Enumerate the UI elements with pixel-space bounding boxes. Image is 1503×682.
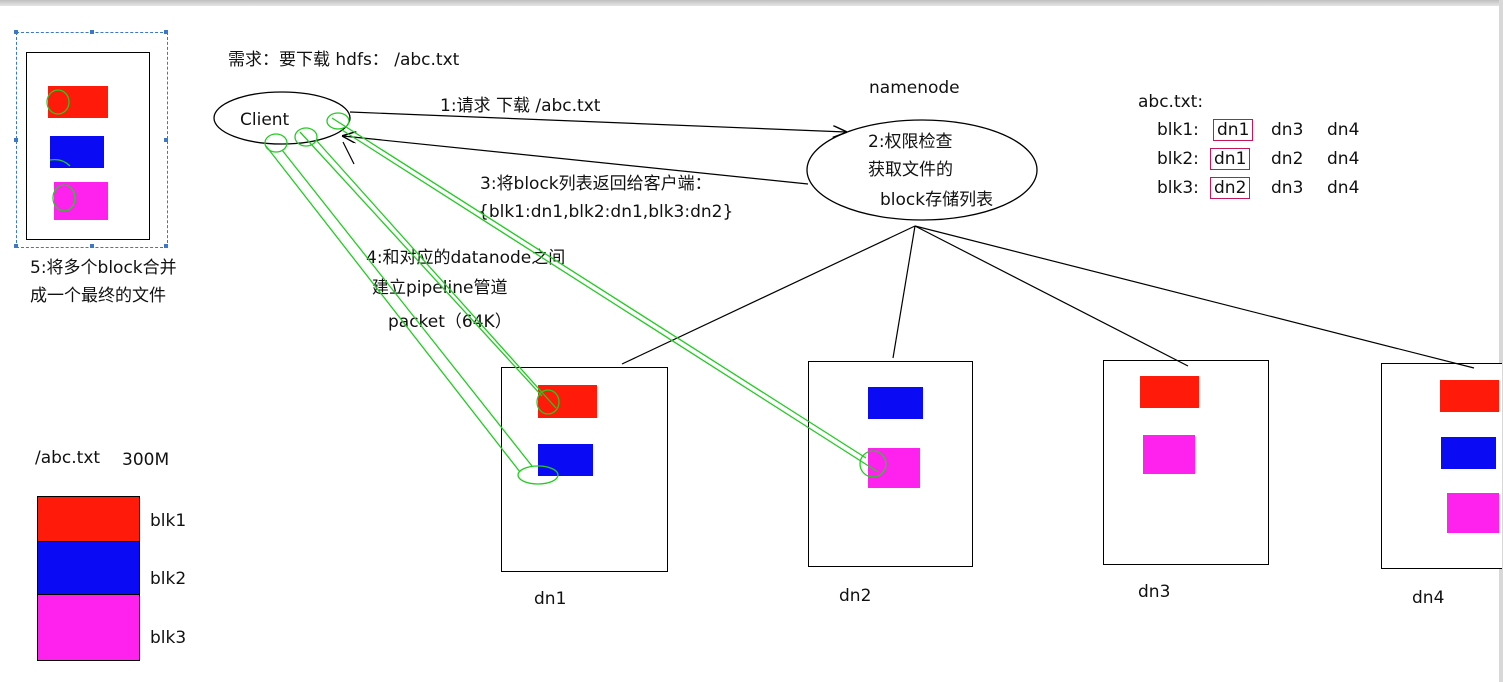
client-ellipse — [213, 91, 351, 145]
namenode-dn4-link — [914, 225, 1475, 369]
namenode-dn1-link — [621, 225, 916, 365]
merged-mark-blk3 — [52, 184, 76, 212]
pipeline-endpoint — [517, 465, 559, 485]
pipeline-endpoint — [294, 127, 318, 147]
step3-arrow-tail — [342, 141, 355, 165]
namenode-dn2-link — [892, 225, 916, 359]
merged-mark-blk1 — [46, 89, 70, 115]
pipeline-blk3 — [331, 117, 879, 473]
pipeline-blk2 — [265, 145, 533, 473]
namenode-dn3-link — [914, 225, 1189, 367]
step3-arrow — [343, 136, 809, 185]
diagram-overlay — [46, 89, 1475, 485]
pipeline-endpoint — [859, 450, 887, 478]
namenode-ellipse — [806, 119, 1038, 221]
merged-mark-blk2 — [49, 158, 71, 167]
step1-arrow — [349, 111, 846, 132]
pipeline-blk1 — [299, 131, 557, 409]
